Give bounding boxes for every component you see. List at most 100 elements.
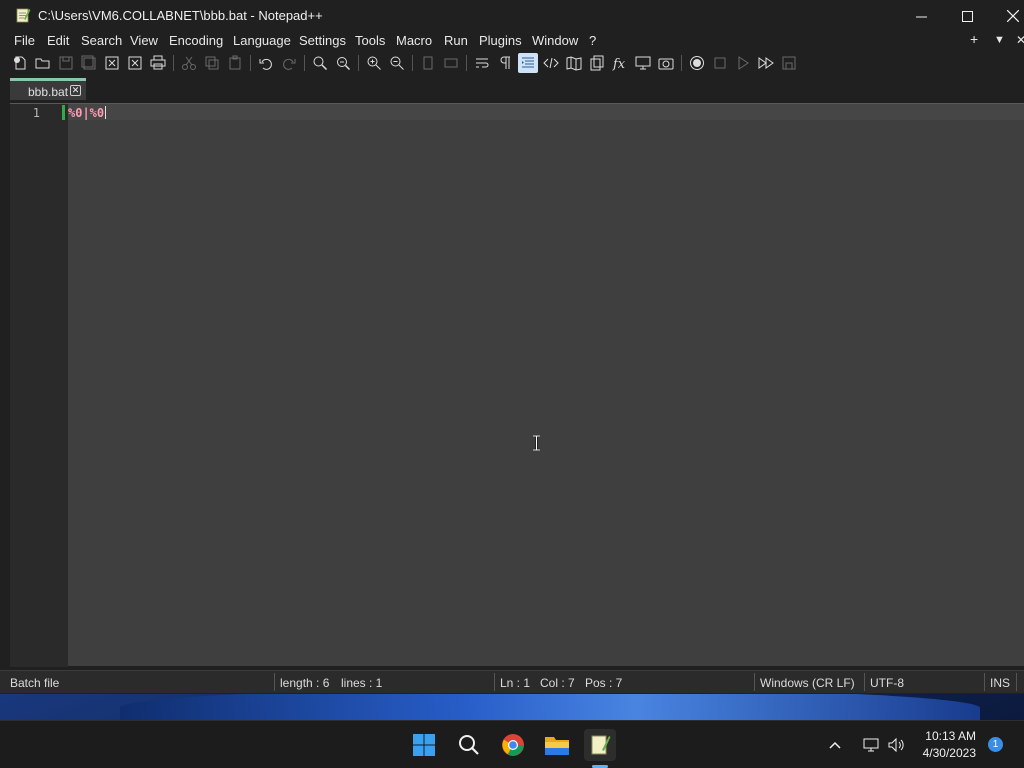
close-all-button[interactable] bbox=[125, 53, 145, 73]
notepad-plus-plus-window: C:\Users\VM6.COLLABNET\bbb.bat - Notepad… bbox=[0, 0, 1024, 694]
menu-search[interactable]: Search bbox=[81, 33, 122, 48]
chrome-icon bbox=[502, 734, 524, 756]
network-status-button[interactable] bbox=[860, 729, 884, 761]
status-eol-format[interactable]: Windows (CR LF) bbox=[760, 676, 855, 690]
zoom-in-button[interactable] bbox=[364, 53, 384, 73]
volume-button[interactable] bbox=[885, 729, 909, 761]
menu-window[interactable]: Window bbox=[532, 33, 578, 48]
menu-file[interactable]: File bbox=[14, 33, 35, 48]
open-file-button[interactable] bbox=[33, 53, 53, 73]
search-icon bbox=[459, 735, 479, 755]
line-number-gutter: 1 bbox=[10, 104, 68, 667]
save-button[interactable] bbox=[56, 53, 76, 73]
close-window-button[interactable] bbox=[990, 0, 1024, 32]
copy-button[interactable] bbox=[202, 53, 222, 73]
new-file-icon bbox=[14, 56, 26, 70]
status-pos[interactable]: Pos : 7 bbox=[585, 676, 622, 690]
sync-vertical-icon bbox=[423, 56, 433, 70]
taskbar-notepad-plus-plus-button[interactable] bbox=[584, 729, 616, 761]
macro-record-button[interactable] bbox=[687, 53, 707, 73]
pilcrow-icon bbox=[500, 56, 510, 69]
status-separator bbox=[984, 673, 985, 691]
folder-as-workspace-button[interactable] bbox=[633, 53, 653, 73]
replace-button[interactable] bbox=[333, 53, 353, 73]
start-button[interactable] bbox=[408, 729, 440, 761]
menu-run[interactable]: Run bbox=[444, 33, 468, 48]
macro-play-button[interactable] bbox=[733, 53, 753, 73]
macro-stop-button[interactable] bbox=[710, 53, 730, 73]
monitoring-button[interactable] bbox=[656, 53, 676, 73]
maximize-button[interactable] bbox=[944, 0, 990, 32]
sync-vertical-button[interactable] bbox=[418, 53, 438, 73]
udl-button[interactable] bbox=[541, 53, 561, 73]
menu-settings[interactable]: Settings bbox=[299, 33, 346, 48]
word-wrap-button[interactable] bbox=[472, 53, 492, 73]
status-col[interactable]: Col : 7 bbox=[540, 676, 575, 690]
word-wrap-icon bbox=[476, 58, 489, 68]
menu-view[interactable]: View bbox=[130, 33, 158, 48]
indent-guide-button[interactable] bbox=[518, 53, 538, 73]
stop-icon bbox=[714, 57, 726, 69]
new-tab-plus-button[interactable]: + bbox=[970, 31, 978, 47]
print-button[interactable] bbox=[148, 53, 168, 73]
menu-tools[interactable]: Tools bbox=[355, 33, 385, 48]
play-icon bbox=[738, 56, 749, 70]
save-all-button[interactable] bbox=[79, 53, 99, 73]
zoom-out-button[interactable] bbox=[387, 53, 407, 73]
paste-button[interactable] bbox=[225, 53, 245, 73]
taskbar-search-button[interactable] bbox=[453, 729, 485, 761]
show-hidden-icons-button[interactable] bbox=[825, 729, 845, 761]
cut-icon bbox=[182, 56, 196, 70]
notification-badge[interactable]: 1 bbox=[988, 737, 1003, 752]
macro-run-multiple-button[interactable] bbox=[756, 53, 776, 73]
menu-language[interactable]: Language bbox=[233, 33, 291, 48]
copy-icon bbox=[205, 56, 219, 70]
menu-help[interactable]: ? bbox=[589, 33, 596, 48]
code-tag-icon bbox=[543, 57, 559, 69]
redo-button[interactable] bbox=[279, 53, 299, 73]
new-file-button[interactable] bbox=[10, 53, 30, 73]
line-number: 1 bbox=[32, 106, 40, 120]
close-file-button[interactable] bbox=[102, 53, 122, 73]
minimize-button[interactable] bbox=[898, 0, 944, 32]
taskbar-file-explorer-button[interactable] bbox=[541, 729, 573, 761]
find-replace-icon bbox=[337, 57, 351, 71]
title-bar[interactable]: C:\Users\VM6.COLLABNET\bbb.bat - Notepad… bbox=[0, 0, 1024, 32]
toolbar-separator bbox=[466, 55, 467, 71]
undo-icon bbox=[259, 58, 272, 70]
tab-close-icon[interactable]: ✕ bbox=[70, 85, 81, 96]
tab-bbb-bat[interactable]: bbb.bat ✕ bbox=[10, 78, 86, 100]
menu-encoding[interactable]: Encoding bbox=[169, 33, 223, 48]
show-all-characters-button[interactable] bbox=[495, 53, 515, 73]
document-list-button[interactable] bbox=[587, 53, 607, 73]
zoom-out-icon bbox=[390, 56, 404, 70]
code-line[interactable]: %0|%0 bbox=[68, 106, 107, 120]
tab-list-dropdown-button[interactable]: ▼ bbox=[994, 34, 1005, 46]
editor-area[interactable]: 1 %0|%0 bbox=[10, 103, 1024, 667]
tray-clock-date[interactable]: 4/30/2023 bbox=[910, 746, 976, 760]
find-button[interactable] bbox=[310, 53, 330, 73]
undo-button[interactable] bbox=[256, 53, 276, 73]
status-encoding[interactable]: UTF-8 bbox=[870, 676, 904, 690]
menu-macro[interactable]: Macro bbox=[396, 33, 432, 48]
sync-horizontal-icon bbox=[444, 58, 458, 68]
sync-horizontal-button[interactable] bbox=[441, 53, 461, 73]
toolbar-separator bbox=[358, 55, 359, 71]
function-list-button[interactable]: fx bbox=[610, 53, 630, 73]
cut-button[interactable] bbox=[179, 53, 199, 73]
menu-plugins[interactable]: Plugins bbox=[479, 33, 522, 48]
status-ln[interactable]: Ln : 1 bbox=[500, 676, 530, 690]
tray-clock-time[interactable]: 10:13 AM bbox=[920, 729, 976, 743]
status-insert-mode[interactable]: INS bbox=[990, 676, 1010, 690]
menu-edit[interactable]: Edit bbox=[47, 33, 69, 48]
zoom-in-icon bbox=[367, 56, 381, 70]
toolbar-separator bbox=[681, 55, 682, 71]
minimize-icon bbox=[915, 16, 927, 17]
toolbar-separator bbox=[304, 55, 305, 71]
status-separator bbox=[1016, 673, 1017, 691]
document-map-button[interactable] bbox=[564, 53, 584, 73]
macro-save-button[interactable] bbox=[779, 53, 799, 73]
close-document-button[interactable]: ✕ bbox=[1016, 33, 1024, 47]
taskbar-chrome-button[interactable] bbox=[497, 729, 529, 761]
text-caret bbox=[105, 106, 107, 119]
